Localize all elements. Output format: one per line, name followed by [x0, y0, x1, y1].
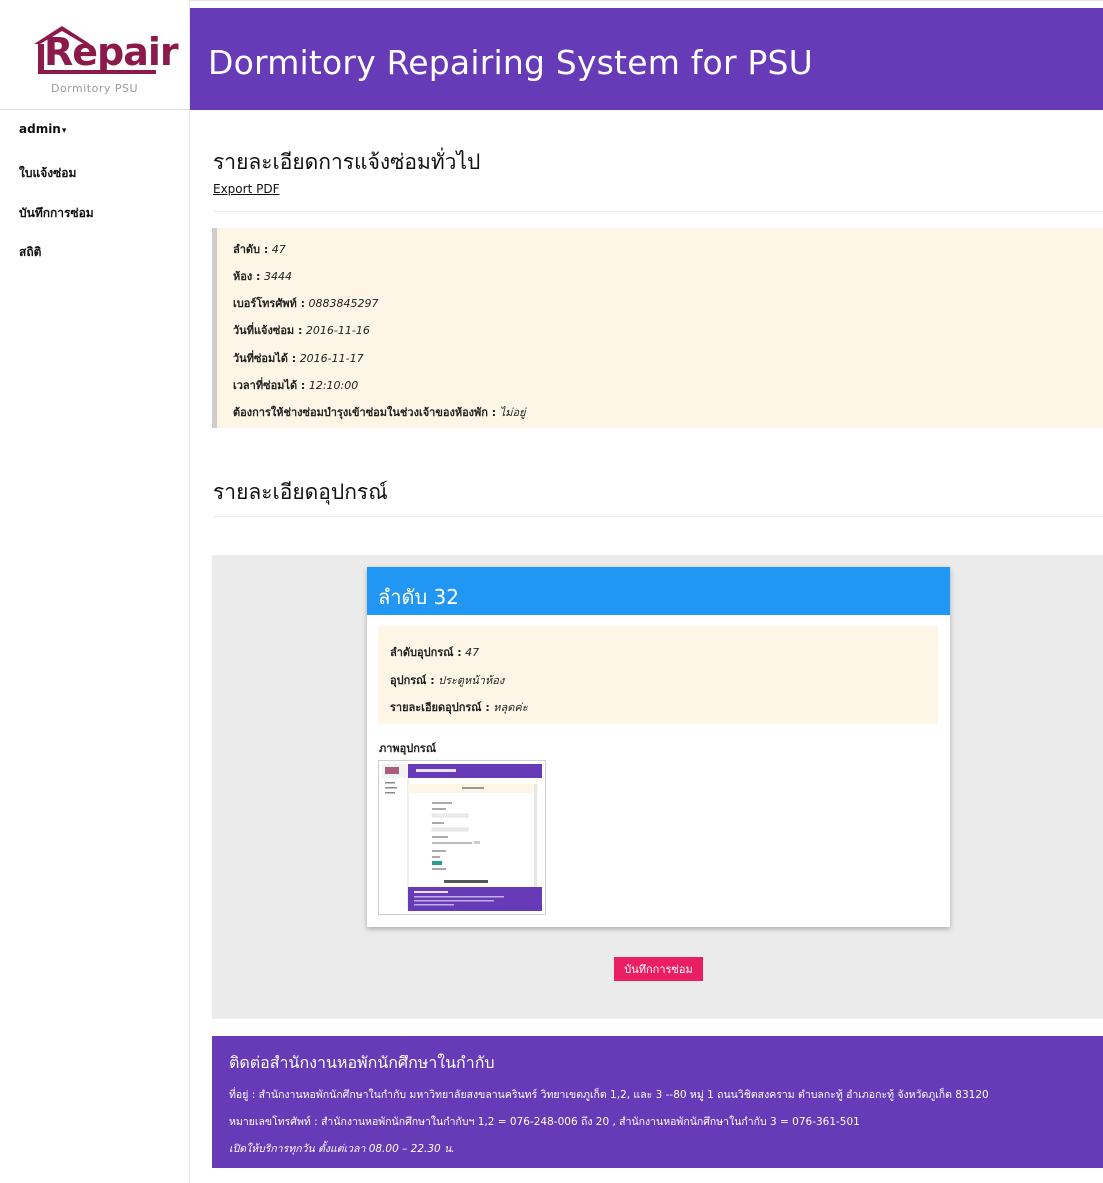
- sidebar-item-repair-form[interactable]: ใบแจ้งซ่อม: [19, 164, 76, 183]
- card-header: ลำดับ 32: [367, 567, 950, 615]
- user-menu[interactable]: admin▾: [19, 122, 66, 136]
- equipment-row: รายละเอียดอุปกรณ์ : หลุดค่ะ: [390, 701, 528, 714]
- equipment-card: ลำดับ 32 ลำดับอุปกรณ์ : 47 อุปกรณ์ : ประ…: [367, 567, 950, 927]
- footer-hours: เปิดให้บริการทุกวัน ตั้งแต่เวลา 08.00 – …: [229, 1143, 455, 1155]
- detail-row: ห้อง : 3444: [233, 270, 292, 283]
- screenshot-thumbnail-icon: [382, 764, 542, 911]
- equipment-info-box: ลำดับอุปกรณ์ : 47 อุปกรณ์ : ประตูหน้าห้อ…: [378, 626, 938, 724]
- sidebar-item-repair-log[interactable]: บันทึกการซ่อม: [19, 204, 94, 223]
- footer-phone: หมายเลขโทรศัพท์ : สำนักงานหอพักนักศึกษาใ…: [229, 1116, 860, 1128]
- logo-text: Repair: [44, 30, 179, 74]
- detail-row: เวลาที่ซ่อมได้ : 12:10:00: [233, 379, 359, 392]
- logo-subtitle: Dormitory PSU: [50, 82, 139, 95]
- footer: ติดต่อสำนักงานหอพักนักศึกษาในกำกับ ที่อย…: [212, 1036, 1103, 1168]
- equipment-image[interactable]: [378, 760, 546, 915]
- sidebar-item-statistics[interactable]: สถิติ: [19, 243, 41, 262]
- user-name: admin: [19, 122, 61, 136]
- repair-details-box: ลำดับ : 47 ห้อง : 3444 เบอร์โทรศัพท์ : 0…: [212, 228, 1103, 428]
- detail-row: วันที่ซ่อมได้ : 2016-11-17: [233, 352, 364, 365]
- equipment-row: อุปกรณ์ : ประตูหน้าห้อง: [390, 674, 505, 687]
- page-title: รายละเอียดการแจ้งซ่อมทั่วไป: [213, 150, 481, 174]
- sidebar: Repair Dormitory PSU admin▾ ใบแจ้งซ่อม บ…: [0, 0, 190, 1183]
- export-pdf-link[interactable]: Export PDF: [213, 182, 279, 196]
- header: Dormitory Repairing System for PSU: [190, 8, 1103, 110]
- divider: [213, 516, 1103, 517]
- divider: [213, 211, 1103, 212]
- equipment-image-label: ภาพอุปกรณ์: [379, 742, 437, 755]
- caret-down-icon: ▾: [61, 126, 67, 136]
- equipment-section-title: รายละเอียดอุปกรณ์: [213, 480, 388, 504]
- save-repair-button[interactable]: บันทึกการซ่อม: [614, 957, 703, 981]
- detail-row: วันที่แจ้งซ่อม : 2016-11-16: [233, 324, 370, 337]
- header-title: Dormitory Repairing System for PSU: [208, 43, 814, 82]
- detail-row: เบอร์โทรศัพท์ : 0883845297: [233, 297, 379, 310]
- detail-row: ลำดับ : 47: [233, 243, 286, 256]
- detail-row: ต้องการให้ช่างซ่อมบำรุงเข้าซ่อมในช่วงเจ้…: [233, 406, 526, 419]
- card-title: ลำดับ 32: [378, 585, 459, 609]
- equipment-row: ลำดับอุปกรณ์ : 47: [390, 646, 480, 659]
- footer-address: ที่อยู่ : สำนักงานหอพักนักศึกษาในกำกับ ม…: [229, 1089, 989, 1101]
- footer-title: ติดต่อสำนักงานหอพักนักศึกษาในกำกับ: [229, 1053, 495, 1072]
- logo[interactable]: Repair Dormitory PSU: [0, 8, 189, 110]
